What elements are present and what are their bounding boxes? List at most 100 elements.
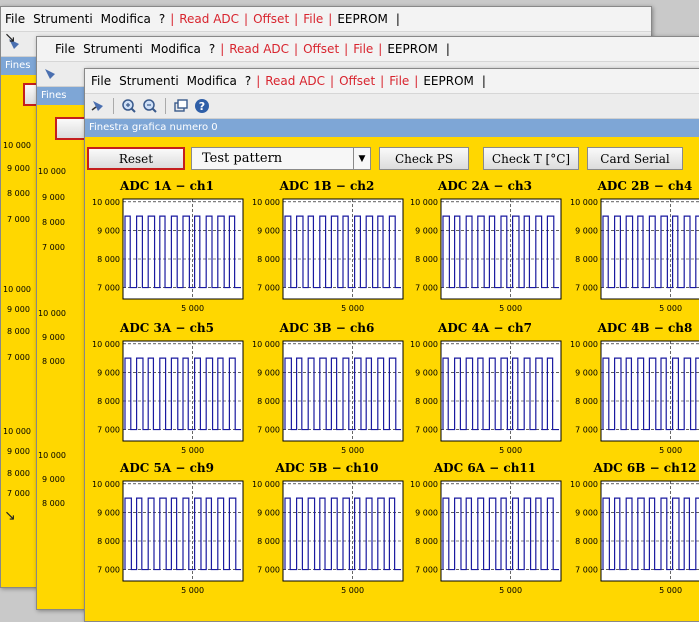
y-tick: 10 000	[3, 285, 31, 294]
window-front: File Strumenti Modifica ? | Read ADC | O…	[84, 68, 699, 622]
menu-eeprom[interactable]: EEPROM	[333, 12, 392, 26]
menu-offset[interactable]: Offset	[335, 74, 379, 88]
y-tick: 9 000	[7, 164, 30, 173]
menu-eeprom[interactable]: EEPROM	[419, 74, 478, 88]
menu-file-red[interactable]: File	[299, 12, 327, 26]
y-tick-label: 10 000	[410, 480, 438, 489]
cursor-arrow-icon: ↘	[4, 30, 16, 46]
y-tick: 9 000	[42, 193, 65, 202]
pin-icon[interactable]	[89, 97, 107, 115]
y-tick-label: 7 000	[415, 566, 438, 575]
menu-read-adc[interactable]: Read ADC	[225, 42, 293, 56]
svg-text:?: ?	[199, 100, 205, 113]
menu-offset[interactable]: Offset	[299, 42, 343, 56]
menu-file-red[interactable]: File	[385, 74, 413, 88]
y-tick-label: 10 000	[252, 340, 280, 349]
y-tick-label: 10 000	[252, 198, 280, 207]
menu-file[interactable]: File	[51, 42, 79, 56]
chevron-down-icon[interactable]: ▼	[353, 148, 370, 169]
menu-edit[interactable]: Modifica	[183, 74, 241, 88]
signal-trace	[284, 497, 401, 571]
y-tick-label: 8 000	[415, 397, 438, 406]
y-tick-label: 9 000	[575, 508, 598, 517]
panel-title: ADC 6B − ch12	[593, 461, 697, 475]
y-tick-label: 8 000	[575, 397, 598, 406]
check-ps-button[interactable]: Check PS	[379, 147, 469, 170]
panel-title: ADC 3B − ch6	[279, 321, 375, 335]
menu-tools[interactable]: Strumenti	[29, 12, 97, 26]
adc-plot: 10 000 9 000 8 000 7 000 5 000	[92, 480, 244, 595]
y-tick: 8 000	[7, 469, 30, 478]
y-tick-label: 10 000	[410, 340, 438, 349]
adc-panel: ADC 3B − ch6 10 000 9 000 8 000 7 000 5 000	[247, 321, 407, 461]
menu-help[interactable]: ?	[205, 42, 219, 56]
y-tick: 8 000	[7, 189, 30, 198]
signal-trace	[284, 357, 401, 431]
menu-edit[interactable]: Modifica	[147, 42, 205, 56]
y-tick-label: 7 000	[575, 426, 598, 435]
menu-tools[interactable]: Strumenti	[115, 74, 183, 88]
menu-tools[interactable]: Strumenti	[79, 42, 147, 56]
signal-trace	[442, 497, 559, 571]
x-tick-label: 5 000	[659, 304, 682, 313]
signal-trace	[124, 357, 241, 431]
y-tick-label: 9 000	[575, 226, 598, 235]
check-temperature-button[interactable]: Check T [°C]	[483, 147, 579, 170]
window-icon[interactable]	[172, 97, 190, 115]
menu-help[interactable]: ?	[155, 12, 169, 26]
card-serial-button[interactable]: Card Serial	[587, 147, 683, 170]
y-tick-label: 8 000	[415, 537, 438, 546]
x-tick-label: 5 000	[499, 586, 522, 595]
y-tick: 8 000	[7, 327, 30, 336]
zoom-in-icon[interactable]	[120, 97, 138, 115]
y-tick-label: 8 000	[97, 397, 120, 406]
y-tick-label: 7 000	[575, 284, 598, 293]
menu-file-red[interactable]: File	[349, 42, 377, 56]
cursor-arrow-icon: ↘	[4, 508, 16, 524]
adc-panel: ADC 5A − ch9 10 000 9 000 8 000 7 000 5 000	[87, 461, 247, 601]
y-tick-label: 7 000	[257, 284, 280, 293]
adc-panel: ADC 1A − ch1 10 000 9 000 8 000 7 000 5 000	[87, 179, 247, 319]
y-tick: 9 000	[7, 305, 30, 314]
adc-plot: 10 000 9 000 8 000 7 000 5 000	[252, 340, 404, 455]
adc-plot: 10 000 9 000 8 000 7 000 5 000	[410, 198, 562, 313]
y-tick-label: 10 000	[570, 198, 598, 207]
y-tick: 9 000	[42, 475, 65, 484]
menu-help[interactable]: ?	[241, 74, 255, 88]
menubar: File Strumenti Modifica ? | Read ADC | O…	[85, 69, 699, 94]
zoom-out-icon[interactable]	[141, 97, 159, 115]
y-tick-label: 8 000	[97, 255, 120, 264]
y-tick: 10 000	[38, 167, 66, 176]
adc-plot: 10 000 9 000 8 000 7 000 5 000	[410, 340, 562, 455]
adc-panel: ADC 3A − ch5 10 000 9 000 8 000 7 000 5 000	[87, 321, 247, 461]
panel-title: ADC 4B − ch8	[597, 321, 693, 335]
y-tick-label: 9 000	[257, 226, 280, 235]
adc-plot: 10 000 9 000 8 000 7 000 5 000	[252, 480, 404, 595]
reset-button[interactable]: Reset	[87, 147, 185, 170]
adc-plot: 10 000 9 000 8 000 7 000 5 000	[92, 198, 244, 313]
x-tick-label: 5 000	[341, 586, 364, 595]
menu-offset[interactable]: Offset	[249, 12, 293, 26]
menu-edit[interactable]: Modifica	[97, 12, 155, 26]
menubar: File Strumenti Modifica ? | Read ADC | O…	[37, 37, 699, 62]
menu-read-adc[interactable]: Read ADC	[175, 12, 243, 26]
signal-trace	[442, 215, 559, 289]
adc-panel: ADC 1B − ch2 10 000 9 000 8 000 7 000 5 000	[247, 179, 407, 319]
adc-panel: ADC 4B − ch8 10 000 9 000 8 000 7 000 5 000	[565, 321, 699, 461]
panel-title: ADC 6A − ch11	[433, 461, 537, 475]
panel-title: ADC 1B − ch2	[279, 179, 375, 193]
signal-trace	[124, 215, 241, 289]
pin-icon[interactable]	[41, 65, 59, 83]
help-icon[interactable]: ?	[193, 97, 211, 115]
menu-file[interactable]: File	[1, 12, 29, 26]
menu-read-adc[interactable]: Read ADC	[261, 74, 329, 88]
menu-file[interactable]: File	[87, 74, 115, 88]
y-tick-label: 10 000	[570, 480, 598, 489]
y-tick-label: 7 000	[97, 284, 120, 293]
menu-eeprom[interactable]: EEPROM	[383, 42, 442, 56]
y-tick-label: 10 000	[92, 340, 120, 349]
pattern-select[interactable]: Test pattern ▼	[191, 147, 371, 170]
panel-title: ADC 2A − ch3	[438, 179, 532, 193]
adc-panel: ADC 4A − ch7 10 000 9 000 8 000 7 000 5 000	[405, 321, 565, 461]
y-tick: 10 000	[3, 141, 31, 150]
